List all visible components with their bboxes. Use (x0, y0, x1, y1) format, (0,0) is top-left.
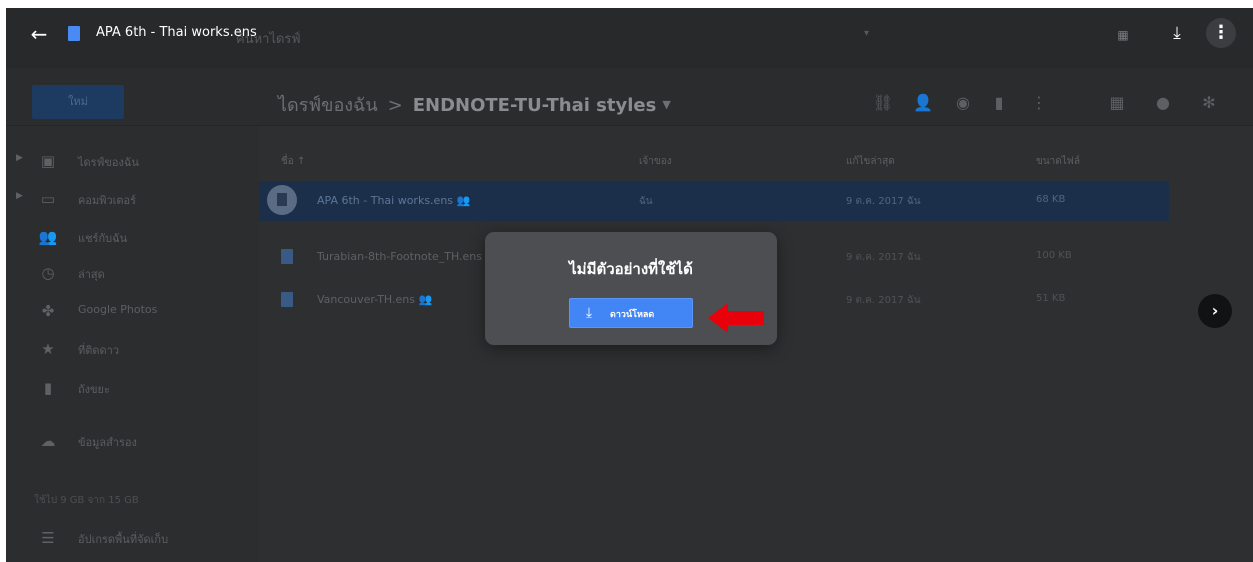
viewer-top-bar: ← APA 6th - Thai works.ens ▦ ⤓ ⋮ (6, 8, 1253, 60)
file-icon (281, 292, 293, 307)
sidebar-item-starred[interactable]: ★ ที่ติดดาว (6, 331, 259, 367)
table-row[interactable]: APA 6th - Thai works.ens 👥 ฉัน 9 ต.ค. 20… (259, 181, 1169, 221)
shared-icon: 👥 (38, 228, 58, 246)
more-vert-icon[interactable]: ⋮ (1206, 18, 1236, 48)
column-modified[interactable]: แก้ไขล่าสุด (846, 154, 895, 169)
next-file-button[interactable]: › (1198, 294, 1232, 328)
shared-people-icon: 👥 (456, 194, 471, 207)
download-button-label: ดาวน์โหลด (610, 310, 655, 320)
file-size: 100 KB (1036, 250, 1072, 261)
sidebar-item-computers[interactable]: ▶ ▭ คอมพิวเตอร์ (6, 181, 259, 217)
sidebar-item-label: แชร์กับฉัน (78, 232, 128, 245)
download-button[interactable]: ⤓ ดาวน์โหลด (569, 298, 693, 328)
clock-icon: ◷ (41, 264, 55, 282)
column-name[interactable]: ชื่อ ↑ (281, 154, 305, 169)
arrow-left-icon[interactable]: ← (26, 22, 52, 46)
file-size: 68 KB (1036, 194, 1066, 205)
sidebar-item-label: คอมพิวเตอร์ (78, 194, 137, 207)
file-modified: 9 ต.ค. 2017 ฉัน (846, 196, 921, 207)
file-size: 51 KB (1036, 293, 1066, 304)
document-title: APA 6th - Thai works.ens (96, 25, 257, 40)
storage-usage-text: ใช้ไป 9 GB จาก 15 GB (34, 495, 139, 506)
drive-icon: ▣ (40, 152, 56, 170)
storage-icon: ☰ (41, 529, 55, 547)
sidebar-item-upgrade-storage[interactable]: ☰ อัปเกรดพื้นที่จัดเก็บ (6, 520, 259, 556)
no-preview-message: ไม่มีตัวอย่างที่ใช้ได้ (569, 260, 693, 278)
apps-grid-icon[interactable]: ▦ (1116, 28, 1130, 42)
sidebar-item-recent[interactable]: ◷ ล่าสุด (6, 255, 259, 291)
info-icon[interactable]: ● (1152, 92, 1174, 114)
preview-eye-icon[interactable]: ◉ (952, 92, 974, 114)
sidebar-item-my-drive[interactable]: ▶ ▣ ไดรฟ์ของฉัน (6, 143, 259, 179)
add-person-icon[interactable]: 👤 (912, 92, 934, 114)
sidebar-item-google-photos[interactable]: ✤ Google Photos (6, 293, 259, 329)
sidebar-item-label: Google Photos (78, 303, 158, 316)
computer-icon: ▭ (40, 190, 56, 208)
expand-arrow-icon[interactable]: ▶ (16, 153, 23, 163)
file-icon (281, 249, 293, 264)
trash-icon[interactable]: ▮ (988, 92, 1010, 114)
settings-gear-icon[interactable]: ✻ (1198, 92, 1220, 114)
link-icon[interactable]: ⛓ (872, 92, 894, 114)
file-name: Vancouver-TH.ens 👥 (317, 293, 433, 306)
grid-view-icon[interactable]: ▦ (1106, 92, 1128, 114)
more-vert-icon[interactable]: ⋮ (1028, 92, 1050, 114)
chevron-down-icon[interactable]: ▼ (662, 98, 670, 111)
file-list-header: ชื่อ ↑ เจ้าของ แก้ไขล่าสุด ขนาดไฟล์ (259, 146, 1253, 176)
file-name: APA 6th - Thai works.ens 👥 (317, 194, 471, 207)
breadcrumb-separator: > (387, 95, 403, 116)
column-size[interactable]: ขนาดไฟล์ (1036, 154, 1080, 169)
sidebar-item-shared[interactable]: 👥 แชร์กับฉัน (6, 219, 259, 255)
download-icon: ⤓ (585, 305, 593, 321)
document-icon (68, 26, 80, 41)
sidebar-item-label: ที่ติดดาว (78, 344, 120, 357)
expand-arrow-icon[interactable]: ▶ (16, 191, 23, 201)
sidebar-item-label: อัปเกรดพื้นที่จัดเก็บ (78, 533, 169, 546)
breadcrumb-root[interactable]: ไดรฟ์ของฉัน (278, 95, 378, 116)
viewer-overlay: ค้นหาไดรฟ์ ▾ ใหม่ ไดรฟ์ของฉัน > ENDNOTE-TU… (6, 8, 1253, 562)
photos-icon: ✤ (41, 302, 55, 320)
file-owner: ฉัน (639, 196, 653, 207)
file-icon (267, 185, 297, 215)
shared-people-icon: 👥 (418, 293, 433, 306)
star-icon: ★ (41, 340, 55, 358)
cloud-icon: ☁ (40, 432, 56, 450)
trash-icon: ▮ (43, 379, 53, 397)
sidebar-item-backups[interactable]: ☁ ข้อมูลสำรอง (6, 423, 259, 459)
column-owner[interactable]: เจ้าของ (639, 154, 672, 169)
sidebar-item-label: ถังขยะ (78, 383, 110, 396)
file-modified: 9 ต.ค. 2017 ฉัน (846, 295, 921, 306)
red-pointer-arrow-icon (708, 303, 764, 333)
file-modified: 9 ต.ค. 2017 ฉัน (846, 252, 921, 263)
download-icon[interactable]: ⤓ (1166, 22, 1188, 44)
sidebar-item-label: ข้อมูลสำรอง (78, 436, 137, 449)
sidebar-item-trash[interactable]: ▮ ถังขยะ (6, 370, 259, 406)
file-name: Turabian-8th-Footnote_TH.ens (317, 250, 483, 263)
breadcrumb: ไดรฟ์ของฉัน > ENDNOTE-TU-Thai styles ▼ (278, 90, 671, 119)
sidebar-item-label: ล่าสุด (78, 268, 105, 281)
breadcrumb-current[interactable]: ENDNOTE-TU-Thai styles (413, 95, 657, 116)
sidebar-item-label: ไดรฟ์ของฉัน (78, 156, 139, 169)
new-button[interactable]: ใหม่ (32, 85, 124, 119)
